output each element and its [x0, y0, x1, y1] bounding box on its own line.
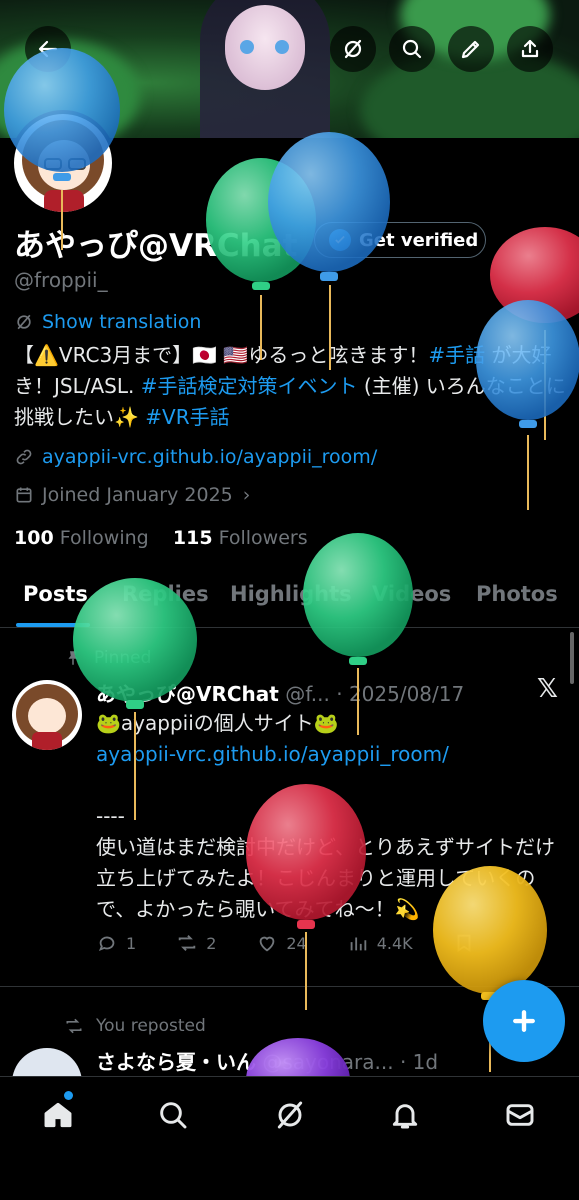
calendar-icon	[16, 487, 32, 503]
nav-grok[interactable]	[270, 1095, 310, 1135]
post-actions: 1 2 24 4.4K	[96, 932, 516, 954]
plus-icon	[513, 1010, 535, 1032]
grok-icon	[344, 39, 362, 59]
scrollbar[interactable]	[570, 632, 574, 684]
search-button[interactable]	[389, 26, 435, 72]
repost-icon	[66, 1018, 82, 1034]
verified-badge-icon	[329, 229, 351, 251]
profile-website-link[interactable]: ayappii-vrc.github.io/ayappii_room/	[14, 446, 377, 468]
bookmark-icon	[457, 934, 471, 953]
post-meta: @f... · 2025/08/17	[278, 682, 465, 706]
tab-highlights[interactable]: Highlights	[230, 582, 352, 606]
views-icon	[350, 937, 366, 951]
post-header: さよなら夏・いん @sayonara... · 1d	[96, 1046, 438, 1075]
edit-button[interactable]	[448, 26, 494, 72]
tab-replies[interactable]: Replies	[122, 582, 209, 606]
bookmark-button[interactable]	[453, 932, 483, 954]
get-verified-label: Get verified	[359, 229, 479, 251]
post-avatar[interactable]	[12, 680, 82, 750]
grok-icon	[277, 1101, 303, 1129]
reply-button[interactable]: 1	[96, 932, 136, 954]
active-tab-indicator	[16, 623, 90, 627]
following-link[interactable]: 100 Following	[14, 527, 149, 549]
profile-name: あやっぴ@VRChat	[14, 228, 298, 264]
hashtag-link[interactable]: #手話	[428, 343, 485, 367]
repost-icon	[178, 935, 196, 951]
show-translation-link[interactable]: Show translation	[14, 311, 201, 333]
nav-search[interactable]	[153, 1095, 193, 1135]
link-icon	[16, 449, 32, 465]
joined-date[interactable]: Joined January 2025 ›	[14, 484, 250, 506]
nav-messages[interactable]	[500, 1095, 540, 1135]
post-link[interactable]: ayappii-vrc.github.io/ayappii_room/	[96, 739, 566, 770]
bell-icon	[392, 1104, 418, 1129]
pinned-label: Pinned	[64, 648, 151, 668]
bottom-navigation	[0, 1076, 579, 1200]
hashtag-link[interactable]: #手話検定対策イベント	[141, 374, 358, 398]
follow-stats: 100 Following 115 Followers	[14, 527, 308, 549]
nav-home[interactable]	[38, 1095, 78, 1135]
pin-icon	[68, 651, 78, 665]
repost-button[interactable]: 2	[176, 932, 216, 954]
post-divider	[0, 986, 579, 987]
reposted-label: You reposted	[64, 1016, 206, 1036]
post-author-name[interactable]: あやっぴ@VRChat	[96, 682, 279, 706]
followers-link[interactable]: 115 Followers	[173, 527, 308, 549]
get-verified-button[interactable]: Get verified	[314, 222, 486, 258]
search-icon	[160, 1102, 187, 1129]
profile-avatar[interactable]	[10, 110, 116, 216]
profile-tabs: Posts Replies Highlights Videos Photos	[0, 570, 579, 628]
search-icon	[402, 39, 422, 59]
arrow-left-icon	[38, 40, 58, 58]
views-button[interactable]: 4.4K	[347, 932, 413, 954]
post-text: 🐸ayappiiの個人サイト🐸 ayappii-vrc.github.io/ay…	[96, 708, 566, 925]
grok-button[interactable]	[330, 26, 376, 72]
compose-post-button[interactable]	[483, 980, 565, 1062]
share-icon	[521, 39, 539, 58]
x-logo-icon[interactable]: 𝕏	[537, 674, 558, 704]
profile-bio: 【⚠️VRC3月まで】🇯🇵 🇺🇸ゆるっと呟きます！#手話 が大好き！JSL/AS…	[14, 343, 566, 429]
heart-icon	[260, 936, 275, 952]
tab-posts[interactable]: Posts	[23, 582, 88, 606]
share-button[interactable]	[507, 26, 553, 72]
like-button[interactable]: 24	[256, 932, 307, 954]
post-author-name[interactable]: さよなら夏・いん	[96, 1050, 256, 1074]
mail-icon	[506, 1104, 534, 1126]
pencil-icon	[461, 40, 480, 59]
back-button[interactable]	[25, 26, 71, 72]
home-icon	[44, 1102, 72, 1128]
post-meta: @sayonara... · 1d	[256, 1050, 439, 1074]
profile-handle: @froppii_	[14, 268, 108, 292]
tab-photos[interactable]: Photos	[476, 582, 558, 606]
post-header: あやっぴ@VRChat @f... · 2025/08/17	[96, 678, 464, 707]
grok-icon	[17, 314, 31, 330]
hashtag-link[interactable]: #VR手話	[145, 405, 229, 429]
tab-videos[interactable]: Videos	[372, 582, 451, 606]
notification-dot	[64, 1091, 73, 1100]
reply-icon	[98, 936, 115, 952]
nav-notifications[interactable]	[385, 1095, 425, 1135]
chevron-right-icon: ›	[242, 484, 251, 506]
